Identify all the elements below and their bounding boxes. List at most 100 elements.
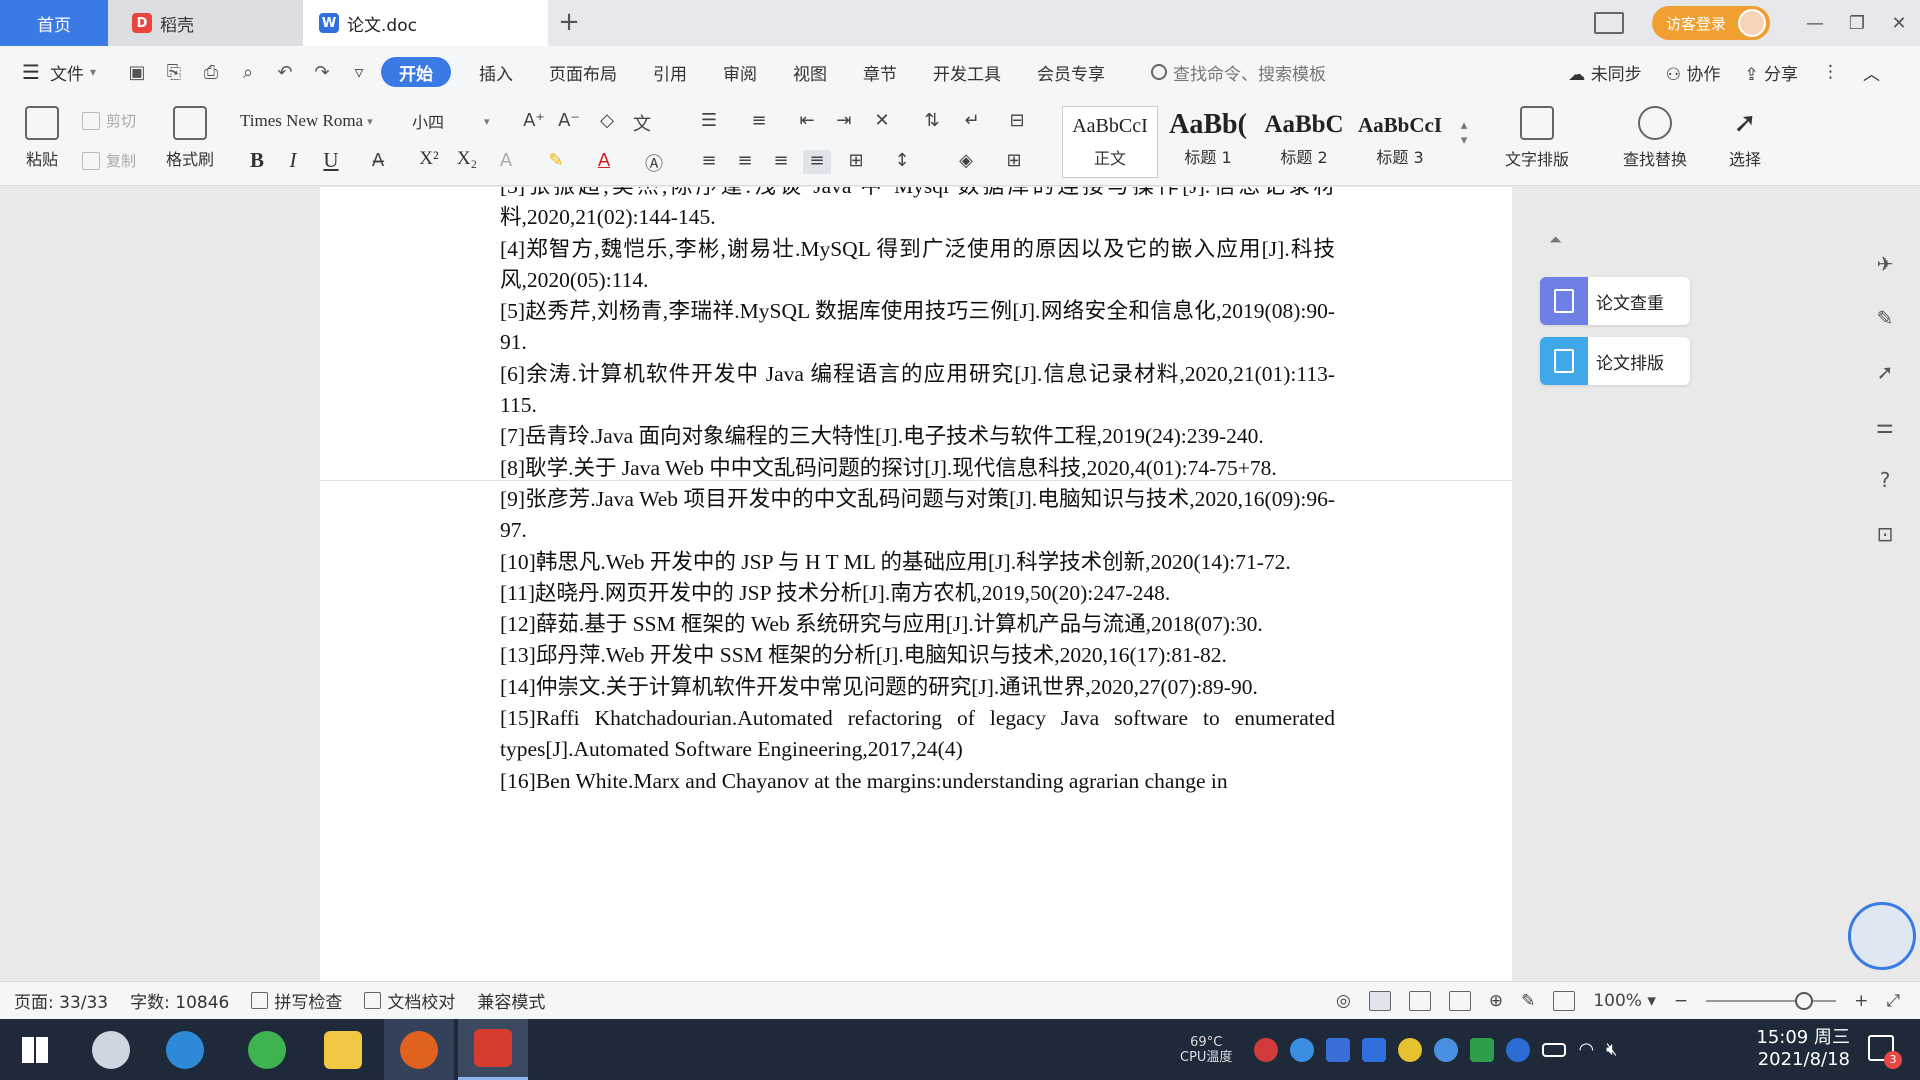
adjust-icon[interactable]: ⚌ [1872, 414, 1898, 440]
justify-icon[interactable]: ≡ [803, 150, 831, 174]
visitor-login-button[interactable]: 访客登录 [1651, 6, 1770, 40]
superscript-button[interactable]: X² [414, 148, 444, 174]
tab-home-ribbon[interactable]: 开始 [381, 57, 451, 87]
task-app-360-browser[interactable] [232, 1019, 302, 1080]
word-count[interactable]: 字数: 10846 [130, 988, 229, 1013]
shading-icon[interactable]: ◈ [952, 150, 980, 174]
file-menu[interactable]: ☰ 文件 ▾ [22, 60, 122, 85]
tray-app-icon[interactable] [1290, 1037, 1315, 1062]
style-normal[interactable]: AaBbCcI 正文 [1062, 106, 1158, 178]
underline-button[interactable]: U [316, 148, 346, 174]
eye-protection-icon[interactable]: ◎ [1336, 991, 1351, 1011]
bold-button[interactable]: B [242, 148, 272, 174]
numbered-list-icon[interactable]: ≡ [745, 110, 773, 134]
tray-app-icon[interactable] [1398, 1037, 1423, 1062]
font-name-select[interactable]: Times New Roma ▾ [240, 108, 405, 134]
font-color-icon[interactable]: A [590, 150, 618, 174]
zoom-out-icon[interactable]: − [1674, 991, 1688, 1011]
styles-more-icon[interactable]: ▴ ▾ [1450, 118, 1478, 148]
bluetooth-icon[interactable] [1506, 1037, 1531, 1062]
paste-button[interactable]: 粘贴 [14, 106, 70, 170]
write-mode-icon[interactable]: ✎ [1521, 991, 1535, 1011]
web-view-icon[interactable]: ⊕ [1489, 991, 1503, 1011]
new-tab-button[interactable]: + [552, 6, 586, 40]
close-button[interactable]: ✕ [1878, 0, 1920, 46]
strikethrough-icon[interactable]: A̶ [364, 150, 392, 174]
page-view-icon[interactable] [1368, 991, 1391, 1011]
text-effect-icon[interactable]: A [492, 150, 520, 174]
paper-check-button[interactable]: 论文查重 [1540, 277, 1690, 325]
italic-button[interactable]: I [278, 148, 308, 174]
outline-view-icon[interactable] [1408, 991, 1431, 1011]
undo-icon[interactable]: ↶ [270, 57, 300, 87]
system-clock[interactable]: 15:09 周三 2021/8/18 [1740, 1027, 1850, 1071]
tray-app-icon[interactable] [1326, 1037, 1351, 1062]
style-heading-3[interactable]: AaBbCcI 标题 3 [1352, 106, 1448, 178]
save-icon[interactable]: ▣ [122, 57, 152, 87]
task-app-ie[interactable] [150, 1019, 220, 1080]
clear-format-icon[interactable]: ◇ [593, 110, 621, 134]
command-search[interactable]: 查找命令、搜索模板 [1151, 60, 1326, 85]
vertical-scrollbar[interactable] [1830, 387, 1840, 981]
task-app-capture[interactable] [384, 1019, 454, 1080]
doc-proofread-button[interactable]: 文档校对 [364, 988, 455, 1013]
tab-developer[interactable]: 开发工具 [915, 57, 1019, 87]
tray-app-icon[interactable] [1254, 1037, 1279, 1062]
customize-toolbar-icon[interactable]: ▿ [344, 57, 374, 87]
zoom-select[interactable]: 100% ▾ [1593, 991, 1656, 1011]
tab-insert[interactable]: 插入 [461, 57, 531, 87]
style-heading-2[interactable]: AaBbC 标题 2 [1256, 106, 1352, 178]
grow-font-icon[interactable]: A⁺ [520, 110, 548, 134]
distributed-icon[interactable]: ⊞ [842, 150, 870, 174]
fullscreen-icon[interactable]: ⤢ [1886, 991, 1900, 1011]
shrink-font-icon[interactable]: A⁻ [555, 110, 583, 134]
minimize-button[interactable]: — [1794, 0, 1836, 46]
page-indicator[interactable]: 页面: 33/33 [14, 988, 108, 1013]
zoom-slider[interactable] [1706, 992, 1837, 1010]
line-spacing-icon[interactable]: ↕ [888, 150, 916, 174]
tab-home[interactable]: 首页 [0, 0, 108, 46]
export-icon[interactable]: ⎘ [159, 57, 189, 87]
show-marks-icon[interactable]: ↵ [958, 110, 986, 134]
tab-view[interactable]: 视图 [775, 57, 845, 87]
format-painter-button[interactable]: 格式刷 [160, 106, 220, 170]
tab-references[interactable]: 引用 [635, 57, 705, 87]
cpu-temperature[interactable]: 69°C CPU温度 [1180, 1035, 1232, 1065]
select-button[interactable]: ➚ 选择 [1715, 106, 1775, 170]
battery-icon[interactable] [1542, 1042, 1567, 1057]
floating-assistant-icon[interactable] [1848, 902, 1916, 970]
tab-review[interactable]: 审阅 [705, 57, 775, 87]
task-app-pinwheel[interactable] [76, 1019, 146, 1080]
spell-check-button[interactable]: 拼写检查 [251, 988, 342, 1013]
zoom-in-icon[interactable]: + [1854, 991, 1868, 1011]
tab-daoke[interactable]: D 稻壳 [108, 0, 303, 46]
tab-chapter[interactable]: 章节 [845, 57, 915, 87]
collapse-panel-icon[interactable]: ⏶ [1549, 230, 1573, 250]
align-right-icon[interactable]: ≡ [767, 150, 795, 174]
share-button[interactable]: ⇪ 分享 [1744, 60, 1798, 85]
pen-icon[interactable]: ✎ [1872, 306, 1898, 332]
reading-view-icon[interactable] [1448, 991, 1471, 1011]
align-left-icon[interactable]: ≡ [695, 150, 723, 174]
tab-document[interactable]: W 论文.doc [303, 0, 548, 46]
style-heading-1[interactable]: AaBb( 标题 1 [1160, 106, 1256, 178]
collapse-ribbon-icon[interactable]: ︿ [1863, 60, 1880, 85]
increase-indent-icon[interactable]: ⇥ [830, 110, 858, 134]
restore-button[interactable]: ❐ [1836, 0, 1878, 46]
decrease-indent-icon[interactable]: ⇤ [793, 110, 821, 134]
wifi-icon[interactable]: ◠ [1578, 1039, 1594, 1060]
redo-icon[interactable]: ↷ [307, 57, 337, 87]
collab-button[interactable]: ⚇ 协作 [1666, 60, 1721, 85]
task-app-explorer[interactable] [308, 1019, 378, 1080]
more-icon[interactable]: ⋮ [1822, 62, 1839, 82]
help-icon[interactable]: ? [1872, 468, 1898, 494]
subscript-button[interactable]: X₂ [452, 148, 482, 174]
copy-button[interactable]: 复制 [82, 150, 136, 171]
zoom-slider-knob[interactable] [1795, 992, 1814, 1010]
bullet-list-icon[interactable]: ☰ [695, 110, 723, 134]
print-preview-icon[interactable]: ⌕ [233, 57, 263, 87]
cut-button[interactable]: 剪切 [82, 110, 136, 131]
char-border-icon[interactable]: Ⓐ [640, 150, 668, 175]
cursor-icon[interactable]: ➚ [1872, 360, 1898, 386]
volume-muted-icon[interactable]: 🔇︎ [1606, 1039, 1617, 1060]
